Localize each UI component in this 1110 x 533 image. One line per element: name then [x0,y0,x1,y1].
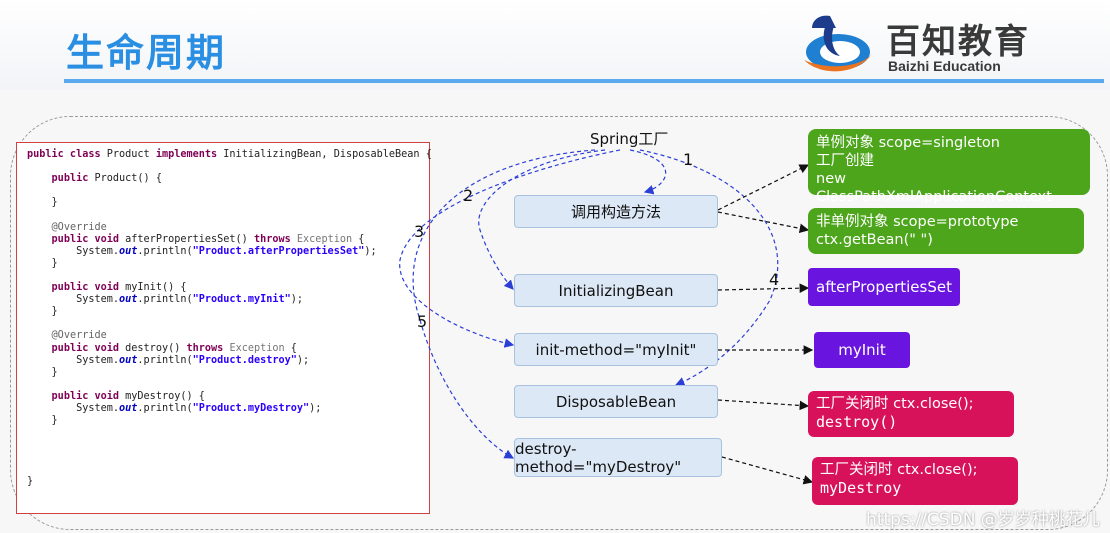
note-mydestroy-line-2: myDestroy [820,479,902,497]
arrow-to-singleton [717,164,810,211]
node-init-method: init-method="myInit" [514,333,718,366]
note-destroy-line-1: 工厂关闭时 ctx.close(); [816,396,974,412]
note-myinit: myInit [814,332,910,368]
note-singleton-line-3: new ClassPathXmlApplicationContext [816,171,1052,205]
note-prototype: 非单例对象 scope=prototype ctx.getBean(" ") [808,208,1084,254]
spring-factory-label: Spring工厂 [590,130,669,148]
node-destroy-method: destroy-method="myDestroy" [514,438,722,477]
note-prototype-line-2: ctx.getBean(" ") [816,232,933,248]
step-number-1: 1 [683,150,694,169]
arrow-to-after-properties-set [717,283,810,293]
node-constructor: 调用构造方法 [514,195,718,228]
arrow-to-prototype [717,211,810,234]
step-number-4: 4 [769,270,780,289]
note-mydestroy: 工厂关闭时 ctx.close(); myDestroy [812,457,1018,505]
watermark: https://CSDN @岁岁种桃花儿 [866,510,1100,530]
arrow-step-3 [399,149,621,348]
note-mydestroy-line-1: 工厂关闭时 ctx.close(); [820,462,978,478]
note-singleton-line-2: 工厂创建 [816,153,874,169]
note-after-properties-set: afterPropertiesSet [808,268,960,306]
arrow-step-1 [629,149,667,195]
arrow-to-destroy [717,399,810,411]
note-singleton: 单例对象 scope=singleton 工厂创建 new ClassPathX… [808,129,1090,205]
step-number-3: 3 [414,222,425,241]
note-prototype-line-1: 非单例对象 scope=prototype [816,214,1019,230]
node-initializing-bean: InitializingBean [514,274,718,307]
step-number-2: 2 [463,186,474,205]
step-number-5: 5 [417,312,428,331]
note-destroy-line-2: destroy() [816,413,898,431]
arrow-to-mydestroy [721,456,814,485]
note-destroy: 工厂关闭时 ctx.close(); destroy() [808,391,1014,437]
note-singleton-line-1: 单例对象 scope=singleton [816,135,1000,151]
node-disposable-bean: DisposableBean [514,385,718,418]
